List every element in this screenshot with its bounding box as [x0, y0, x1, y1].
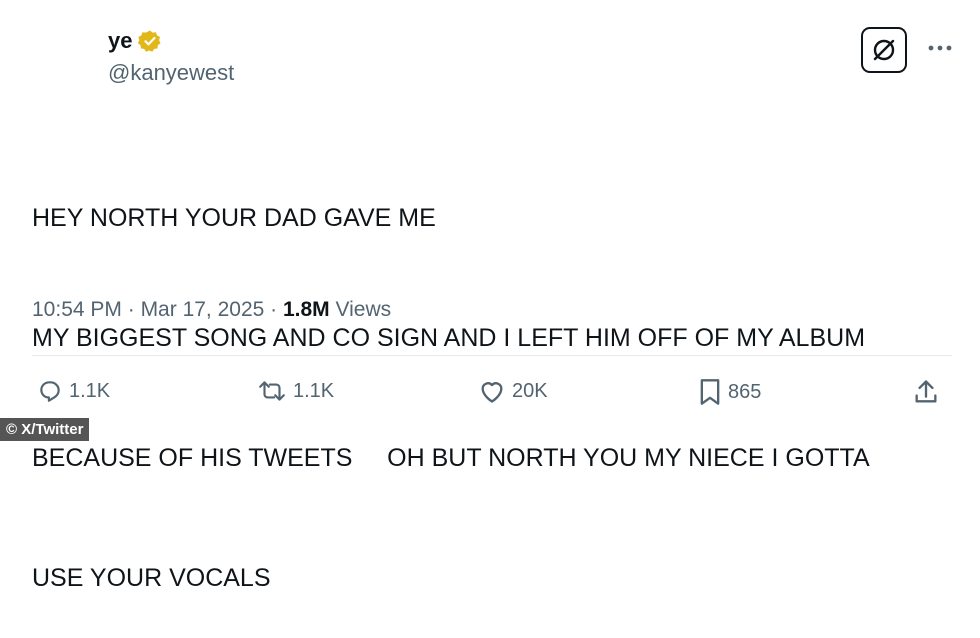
like-button[interactable]: 20K: [478, 378, 548, 404]
tweet-line: BECAUSE OF HIS TWEETS OH BUT NORTH YOU M…: [32, 444, 870, 472]
reply-icon: [40, 381, 60, 402]
repost-count: 1.1K: [293, 379, 335, 402]
bookmark-icon: [700, 379, 720, 405]
like-count: 20K: [512, 379, 548, 402]
tweet-date[interactable]: Mar 17, 2025: [141, 298, 265, 322]
grok-icon: [873, 39, 895, 61]
avatar[interactable]: [28, 26, 92, 90]
heart-icon: [481, 382, 503, 403]
meta-separator: ·: [264, 298, 283, 321]
bookmark-count: 865: [728, 380, 762, 403]
repost-icon: [259, 381, 285, 401]
author-handle[interactable]: @kanyewest: [108, 60, 234, 86]
views-label: Views: [329, 298, 392, 321]
tweet-meta: 10:54 PM · Mar 17, 2025 · 1.8M Views: [32, 298, 391, 322]
tweet-line: MY BIGGEST SONG AND CO SIGN AND I LEFT H…: [32, 324, 866, 352]
divider: [32, 355, 952, 356]
views-count: 1.8M: [282, 298, 330, 321]
author-name[interactable]: ye: [108, 28, 132, 54]
share-button[interactable]: [912, 378, 940, 406]
share-icon: [915, 380, 937, 403]
grok-button[interactable]: [861, 27, 907, 73]
meta-separator: ·: [121, 298, 141, 321]
tweet-time[interactable]: 10:54 PM: [32, 298, 122, 322]
reply-button[interactable]: 1.1K: [37, 378, 110, 404]
author-name-row: ye: [108, 28, 162, 54]
more-options-icon[interactable]: [926, 40, 954, 56]
photo-credit: © X/Twitter: [0, 418, 90, 441]
verified-badge-icon[interactable]: [138, 29, 162, 53]
tweet-line: USE YOUR VOCALS: [32, 564, 271, 592]
bookmark-button[interactable]: 865: [698, 378, 761, 406]
repost-button[interactable]: 1.1K: [257, 378, 334, 404]
tweet-line: HEY NORTH YOUR DAD GAVE ME: [32, 204, 436, 232]
reply-count: 1.1K: [69, 379, 111, 402]
